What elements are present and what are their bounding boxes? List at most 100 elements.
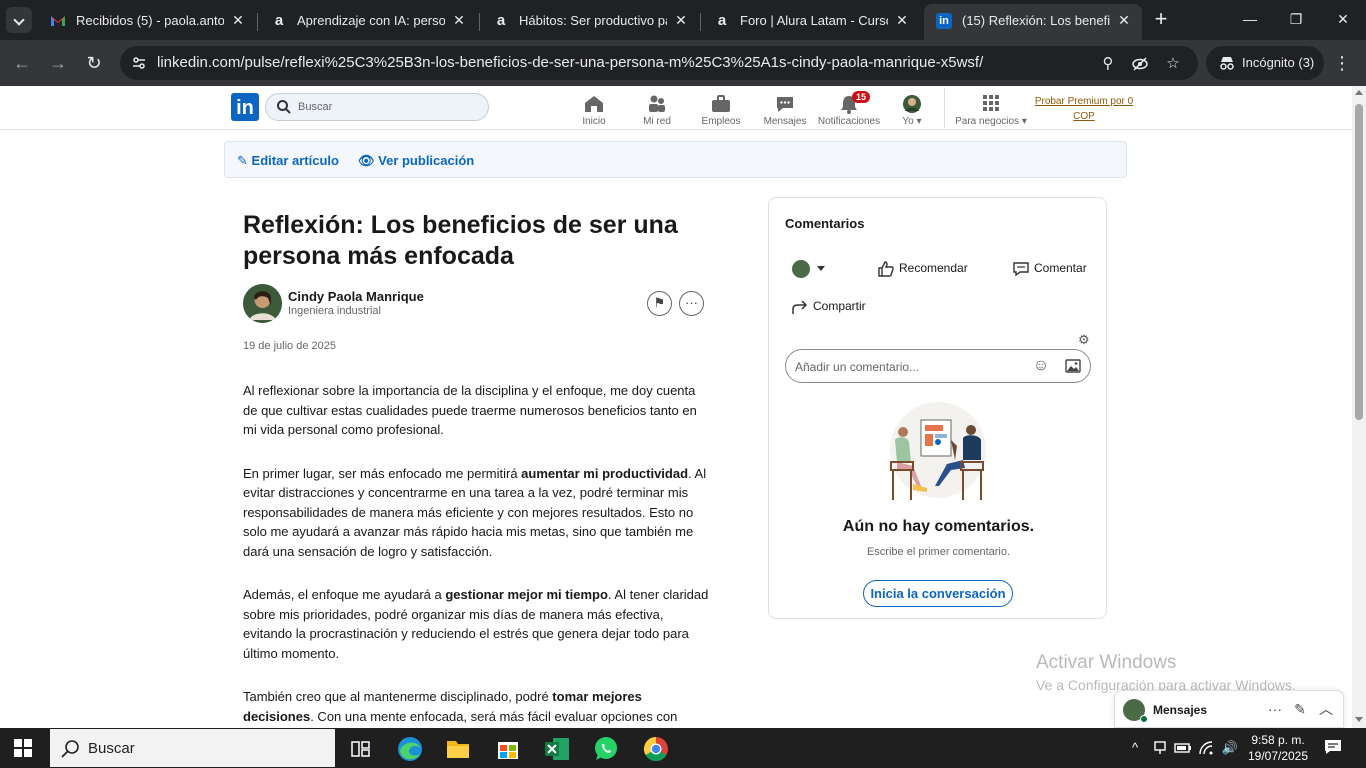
tab-linkedin-article[interactable]: in (15) Reflexión: Los beneficios ✕ (924, 4, 1142, 40)
empty-state-title: Aún no hay comentarios. (842, 518, 1035, 535)
close-tab-icon[interactable]: ✕ (894, 12, 910, 28)
file-explorer-icon[interactable] (436, 732, 480, 766)
store-icon[interactable] (486, 732, 530, 766)
new-tab-button[interactable]: + (1150, 8, 1172, 30)
site-info-icon[interactable] (131, 55, 147, 71)
notification-center-icon[interactable] (1324, 739, 1342, 755)
nav-home[interactable]: Inicio (559, 90, 629, 128)
messaging-overlay[interactable]: Mensajes ··· ✎ ︿ (1114, 690, 1344, 728)
nav-notifications[interactable]: 15 Notificaciones (814, 90, 884, 128)
emoji-icon[interactable]: ☺ (1032, 357, 1050, 375)
browser-menu-icon[interactable]: ⋮ (1332, 52, 1352, 74)
close-tab-icon[interactable]: ✕ (230, 12, 246, 28)
tab-alura-habitos[interactable]: a Hábitos: Ser productivo para ✕ (481, 4, 699, 40)
comment-placeholder: Añadir un comentario... (795, 360, 920, 374)
windows-start-icon[interactable] (14, 739, 32, 757)
author-name[interactable]: Cindy Paola Manrique (288, 289, 424, 304)
back-button[interactable]: ← (10, 51, 34, 75)
system-clock[interactable]: 9:58 p. m. 19/07/2025 (1236, 732, 1320, 764)
search-input[interactable]: Buscar (265, 93, 489, 121)
incognito-indicator[interactable]: Incógnito (3) (1206, 46, 1324, 80)
chevron-up-icon[interactable]: ︿ (1318, 700, 1334, 718)
publish-date: 19 de julio de 2025 (243, 340, 336, 352)
more-options-icon[interactable]: ··· (679, 291, 704, 316)
bookmark-star-icon[interactable]: ☆ (1164, 55, 1182, 73)
windows-taskbar: Buscar ^ 🔊 9:58 p. m. 19/07/2025 (0, 728, 1366, 768)
nav-label: Para negocios ▾ (955, 116, 1027, 127)
scrollbar-thumb[interactable] (1355, 104, 1363, 420)
start-conversation-button[interactable]: Inicia la conversación (863, 580, 1013, 607)
battery-icon[interactable] (1174, 740, 1192, 756)
restore-button[interactable]: ❐ (1281, 8, 1311, 30)
zoom-icon[interactable]: ⚲ (1099, 55, 1117, 73)
author-avatar[interactable] (243, 284, 282, 323)
avatar (903, 95, 921, 113)
tab-alura-foro[interactable]: a Foro | Alura Latam - Cursos c ✕ (702, 4, 920, 40)
reload-button[interactable]: ↻ (82, 51, 106, 75)
tab-search-button[interactable] (6, 7, 32, 33)
paragraph: Al reflexionar sobre la importancia de l… (243, 383, 697, 437)
edit-article-button[interactable]: ✎ Editar artículo (237, 153, 339, 169)
close-tab-icon[interactable]: ✕ (451, 12, 467, 28)
minimize-button[interactable]: — (1235, 8, 1265, 30)
excel-icon[interactable] (535, 732, 579, 766)
empty-state-subtitle: Escribe el primer comentario. (866, 546, 1011, 558)
gmail-icon (51, 16, 65, 26)
clock-time: 9:58 p. m. (1251, 733, 1305, 747)
bookmark-icon[interactable]: ⚑ (647, 291, 672, 316)
close-tab-icon[interactable]: ✕ (673, 12, 689, 28)
scroll-down-arrow[interactable] (1355, 717, 1363, 722)
author-headline: Ingeniera industrial (288, 305, 381, 317)
tab-alura-ia[interactable]: a Aprendizaje con IA: personal ✕ (259, 4, 477, 40)
share-button[interactable]: Compartir (791, 298, 866, 316)
alura-icon: a (717, 12, 727, 29)
chevron-down-icon[interactable] (817, 266, 825, 271)
comments-heading: Comentarios (785, 216, 865, 231)
linkedin-logo[interactable]: in (231, 93, 259, 121)
nav-jobs[interactable]: Empleos (686, 90, 756, 128)
close-window-button[interactable]: ✕ (1328, 8, 1358, 30)
nav-label: Notificaciones (817, 116, 881, 127)
nav-me[interactable]: Yo ▾ (877, 90, 947, 128)
linkedin-header: in Buscar Inicio Mi red Empleos Mensajes… (0, 86, 1352, 130)
comment-input[interactable]: Añadir un comentario... ☺ (785, 349, 1091, 383)
tracking-protection-icon[interactable] (1131, 55, 1149, 73)
premium-link[interactable]: Probar Premium por 0 COP (1030, 94, 1138, 124)
home-icon (585, 96, 603, 112)
network-adapter-icon[interactable] (1151, 740, 1169, 756)
tab-gmail[interactable]: Recibidos (5) - paola.antonio ✕ (38, 4, 256, 40)
close-tab-icon[interactable]: ✕ (1116, 12, 1132, 28)
image-icon[interactable] (1064, 357, 1082, 375)
compose-icon[interactable]: ✎ (1292, 700, 1308, 718)
briefcase-icon (712, 95, 730, 112)
page-scrollbar[interactable] (1352, 86, 1366, 728)
actor-avatar[interactable] (792, 260, 810, 278)
whatsapp-icon[interactable] (584, 732, 628, 766)
recommend-button[interactable]: Recomendar (877, 260, 968, 278)
header-divider (944, 88, 945, 128)
taskbar-search-label: Buscar (88, 740, 135, 757)
nav-network[interactable]: Mi red (622, 90, 692, 128)
article-body: Al reflexionar sobre la importancia de l… (243, 381, 713, 768)
address-bar[interactable]: linkedin.com/pulse/reflexi%25C3%25B3n-lo… (120, 46, 1198, 80)
gear-icon[interactable]: ⚙ (1078, 332, 1090, 348)
tab-title: Aprendizaje con IA: personal (297, 13, 445, 28)
forward-button[interactable]: → (46, 51, 70, 75)
scroll-up-arrow[interactable] (1355, 90, 1363, 95)
task-view-icon[interactable] (338, 732, 382, 766)
nav-business[interactable]: Para negocios ▾ (953, 90, 1029, 128)
edge-icon[interactable] (388, 732, 432, 766)
paragraph: En primer lugar, ser más enfocado me per… (243, 465, 707, 559)
more-options-icon[interactable]: ··· (1267, 700, 1283, 718)
taskbar-search[interactable]: Buscar (50, 729, 335, 767)
author-row: Cindy Paola Manrique Ingeniera industria… (243, 284, 713, 324)
chevron-up-icon[interactable]: ^ (1126, 740, 1144, 756)
incognito-label: Incógnito (3) (1242, 55, 1315, 70)
comment-button[interactable]: Comentar (1012, 260, 1087, 278)
nav-messaging[interactable]: Mensajes (750, 90, 820, 128)
chevron-down-icon: ▾ (916, 116, 922, 127)
wifi-icon[interactable] (1198, 740, 1216, 756)
clock-date: 19/07/2025 (1247, 749, 1309, 763)
chrome-icon[interactable] (634, 732, 678, 766)
view-post-button[interactable]: 👁 Ver publicación (358, 153, 474, 169)
